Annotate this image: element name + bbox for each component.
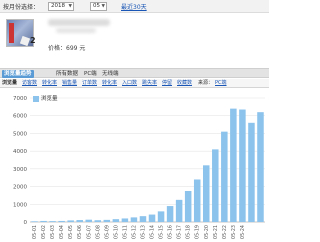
product-subtitle-redacted: [56, 28, 96, 33]
x-tick-label: 05-09: [104, 225, 110, 239]
x-tick-label: 05-22: [222, 225, 228, 239]
metric-conversion[interactable]: 转化率: [42, 80, 57, 87]
metric-entries[interactable]: 入口数: [122, 80, 137, 87]
metric-favorites[interactable]: 收藏数: [177, 80, 192, 87]
bar[interactable]: [166, 206, 174, 222]
y-tick-label: 3000: [13, 167, 27, 173]
bar[interactable]: [212, 149, 219, 222]
x-tick-label: 05-18: [186, 225, 192, 239]
bar[interactable]: [184, 191, 192, 222]
bar[interactable]: [139, 216, 147, 222]
x-tick-label: 05-21: [213, 225, 219, 239]
bar[interactable]: [58, 220, 65, 222]
tab-traffic-trend[interactable]: 浏览量趋势: [2, 70, 34, 78]
bar[interactable]: [221, 131, 228, 222]
x-tick-label: 05-04: [59, 225, 65, 239]
legend-swatch: [33, 96, 39, 102]
source-label: 来源：: [198, 80, 214, 86]
traffic-tabs: 浏览量趋势 所有数据 PC端 无线端: [0, 68, 269, 78]
x-tick-label: 05-12: [131, 225, 137, 239]
bar[interactable]: [40, 220, 47, 222]
month-value: 05: [93, 3, 100, 9]
metric-conversion-2[interactable]: 转化率: [102, 80, 117, 87]
bar[interactable]: [202, 165, 210, 222]
month-select[interactable]: 05 ▼: [90, 2, 107, 11]
x-tick-label: 05-11: [122, 225, 128, 239]
metric-bounce-rate[interactable]: 跳失率: [142, 80, 157, 87]
date-toolbar: 按月份选择： 2018 ▼ 05 ▼ 最近30天: [0, 0, 269, 13]
y-tick-label: 6000: [13, 114, 27, 120]
x-tick-label: 05-17: [177, 225, 183, 239]
y-tick-label: 7000: [13, 96, 27, 102]
year-value: 2018: [51, 3, 65, 9]
x-tick-label: 05-01: [32, 225, 38, 239]
bar[interactable]: [257, 112, 264, 222]
y-tick-label: 1000: [13, 202, 27, 208]
bar[interactable]: [121, 218, 129, 222]
x-tick-label: 05-07: [86, 225, 92, 239]
bar-chart-svg: 0100020003000400050006000700005-01 05-02 0…: [13, 96, 265, 239]
y-tick-label: 5000: [13, 131, 27, 137]
x-tick-label: 05-23: [231, 225, 237, 239]
x-tick-label: 05-08: [95, 225, 101, 239]
tab-all-data[interactable]: 所有数据: [54, 70, 80, 78]
x-tick-label: 05-13: [140, 225, 146, 239]
recent-30-days-link[interactable]: 最近30天: [121, 2, 147, 11]
thumbnail-number: 2: [30, 36, 36, 45]
bar[interactable]: [130, 217, 138, 222]
product-price: 价格：699 元: [48, 45, 86, 52]
bar[interactable]: [157, 211, 165, 222]
metric-orders[interactable]: 订单数: [82, 80, 97, 87]
product-title-redacted: [48, 19, 110, 26]
metric-sales[interactable]: 销售量: [62, 80, 77, 87]
chevron-down-icon: ▼: [68, 4, 72, 9]
bar[interactable]: [49, 221, 56, 222]
bar[interactable]: [239, 109, 246, 222]
bar[interactable]: [175, 199, 183, 222]
y-tick-label: 2000: [13, 185, 27, 191]
x-tick-label: 05-24: [240, 225, 246, 239]
metric-stay[interactable]: 停留: [162, 80, 172, 87]
x-tick-label: 05-02: [41, 225, 47, 239]
bar[interactable]: [85, 219, 93, 222]
metric-selector: 浏览量 访客数 转化率 销售量 订单数 转化率 入口数 跳失率 停留 收藏数 来…: [0, 79, 269, 88]
bar[interactable]: [76, 220, 83, 222]
tab-mobile[interactable]: 无线端: [100, 70, 121, 78]
y-tick-label: 4000: [13, 149, 27, 155]
x-tick-label: 05-19: [195, 225, 201, 239]
bar[interactable]: [248, 122, 255, 222]
x-tick-label: 05-14: [150, 225, 156, 239]
bar[interactable]: [148, 214, 156, 222]
bar[interactable]: [31, 221, 38, 222]
legend-label: 浏览量: [41, 96, 58, 102]
bar[interactable]: [230, 108, 237, 222]
month-select-label: 按月份选择：: [3, 4, 40, 11]
x-tick-label: 05-06: [77, 225, 83, 239]
metric-pageviews[interactable]: 浏览量: [2, 80, 17, 87]
bar[interactable]: [193, 179, 201, 222]
metric-visitors[interactable]: 访客数: [22, 80, 37, 87]
year-select[interactable]: 2018 ▼: [48, 2, 74, 11]
bar[interactable]: [103, 219, 111, 222]
x-tick-label: 05-05: [68, 225, 74, 239]
bar[interactable]: [94, 220, 102, 222]
y-tick-label: 0: [24, 220, 28, 226]
product-info: 2 价格：699 元: [0, 14, 269, 60]
x-tick-label: 05-10: [113, 225, 119, 239]
chevron-down-icon: ▼: [101, 4, 105, 9]
x-tick-label: 05-16: [168, 225, 174, 239]
pageviews-chart: 浏览量 0 1000 2000 3000 4000 5000 6000 7000 05-01 05…: [0, 89, 269, 242]
x-tick-label: 05-20: [204, 225, 210, 239]
tab-pc[interactable]: PC端: [82, 70, 99, 78]
source-pc[interactable]: PC端: [215, 80, 227, 87]
bar[interactable]: [67, 220, 74, 222]
x-tick-label: 05-15: [159, 225, 165, 239]
bar[interactable]: [112, 219, 120, 222]
x-tick-label: 05-03: [50, 225, 56, 239]
